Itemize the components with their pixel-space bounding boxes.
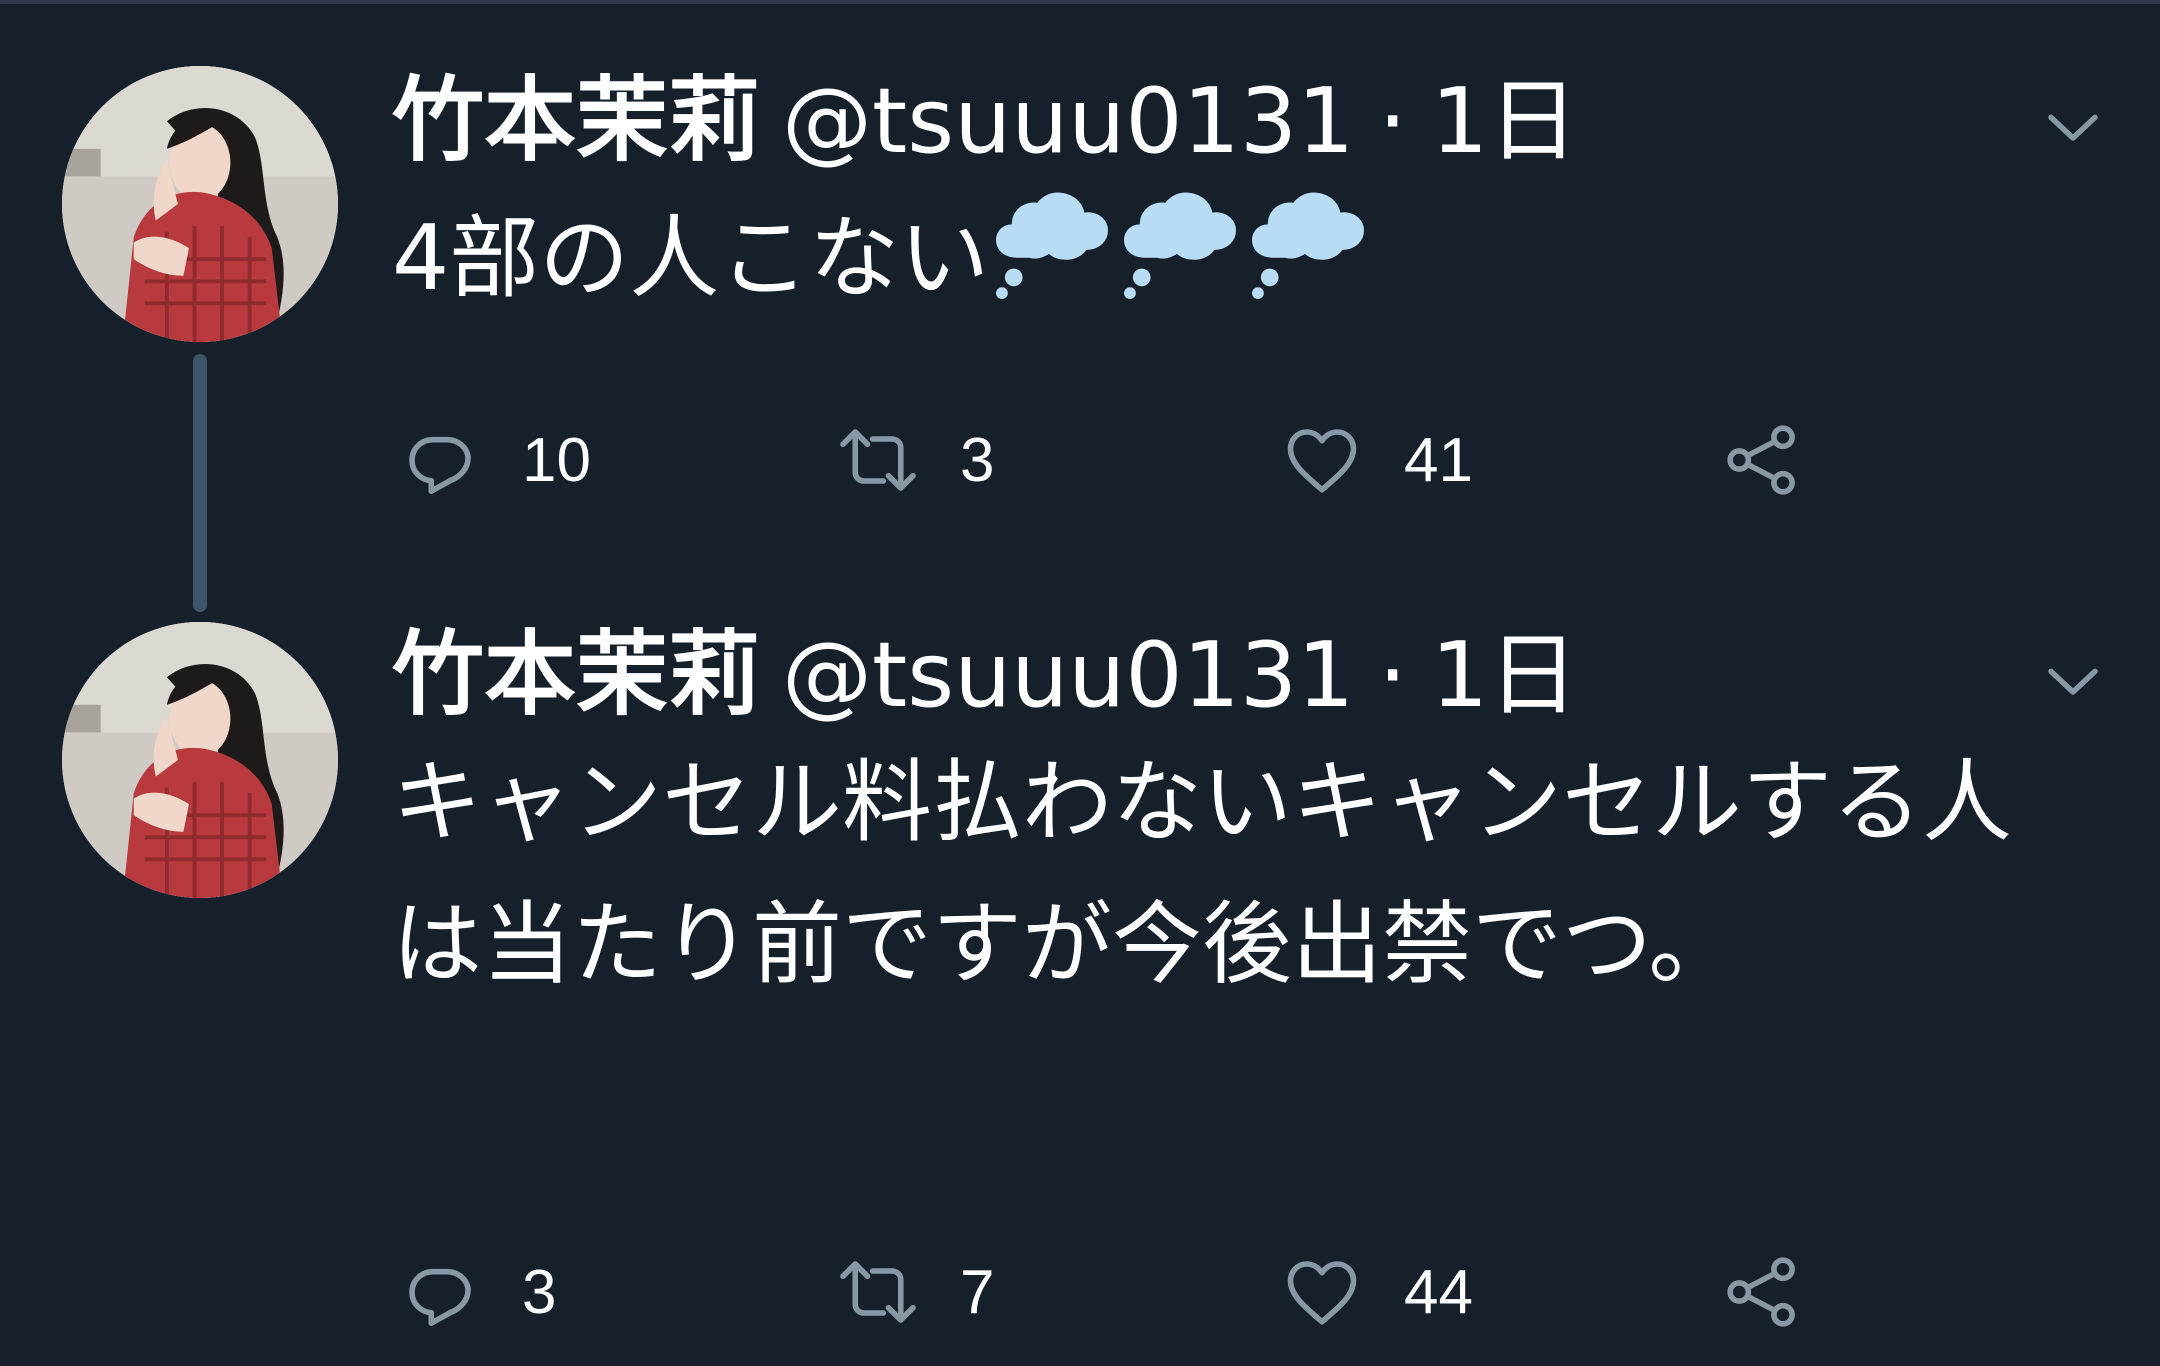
author-handle[interactable]: @tsuuu0131 [782, 621, 1354, 731]
heart-icon [1280, 418, 1364, 502]
share-button[interactable] [1720, 1242, 1804, 1342]
retweet-button[interactable]: 3 [836, 410, 994, 510]
share-icon [1720, 418, 1804, 502]
reply-button[interactable]: 3 [398, 1242, 556, 1342]
like-button[interactable]: 41 [1280, 410, 1473, 510]
retweet-icon [836, 418, 920, 502]
timestamp[interactable]: 1日 [1431, 67, 1578, 177]
reply-count: 10 [522, 425, 591, 495]
share-button[interactable] [1720, 410, 1804, 510]
retweet-icon [836, 1250, 920, 1334]
timestamp[interactable]: 1日 [1431, 621, 1578, 731]
like-count: 44 [1404, 1257, 1473, 1327]
tweet[interactable]: 竹本茉莉 @tsuuu0131 · 1日 4部の人こない 10 3 41 [0, 0, 2160, 612]
retweet-button[interactable]: 7 [836, 1242, 994, 1342]
retweet-count: 3 [960, 425, 995, 495]
chevron-down-icon[interactable] [2040, 648, 2106, 714]
tweet[interactable]: 竹本茉莉 @tsuuu0131 · 1日 キャンセル料払わないキャンセルする人は… [0, 612, 2160, 1366]
avatar[interactable] [62, 622, 338, 898]
tweet-header: 竹本茉莉 @tsuuu0131 · 1日 [392, 620, 1578, 730]
tweet-text: 4部の人こない [392, 188, 2092, 330]
reply-button[interactable]: 10 [398, 410, 591, 510]
thought-balloon-icon [1245, 191, 1373, 301]
avatar[interactable] [62, 66, 338, 342]
tweet-text-body: 4部の人こない [392, 206, 990, 311]
reply-icon [398, 1250, 482, 1334]
author-name[interactable]: 竹本茉莉 [392, 620, 760, 730]
author-name[interactable]: 竹本茉莉 [392, 66, 760, 176]
action-bar: 10 3 41 [0, 410, 2160, 510]
thought-balloon-icon [1117, 191, 1245, 301]
reply-count: 3 [522, 1257, 557, 1327]
like-button[interactable]: 44 [1280, 1242, 1473, 1342]
tweet-text: キャンセル料払わないキャンセルする人は当たり前ですが今後出禁でつ。 [392, 750, 2012, 997]
separator: · [1378, 623, 1407, 728]
retweet-count: 7 [960, 1257, 995, 1327]
tweet-header: 竹本茉莉 @tsuuu0131 · 1日 [392, 66, 1578, 176]
thought-balloon-icon [989, 191, 1117, 301]
heart-icon [1280, 1250, 1364, 1334]
author-handle[interactable]: @tsuuu0131 [782, 67, 1354, 177]
separator: · [1378, 69, 1407, 174]
share-icon [1720, 1250, 1804, 1334]
thread-connector [193, 354, 207, 612]
like-count: 41 [1404, 425, 1473, 495]
action-bar: 3 7 44 [0, 1242, 2160, 1342]
reply-icon [398, 418, 482, 502]
chevron-down-icon[interactable] [2040, 94, 2106, 160]
